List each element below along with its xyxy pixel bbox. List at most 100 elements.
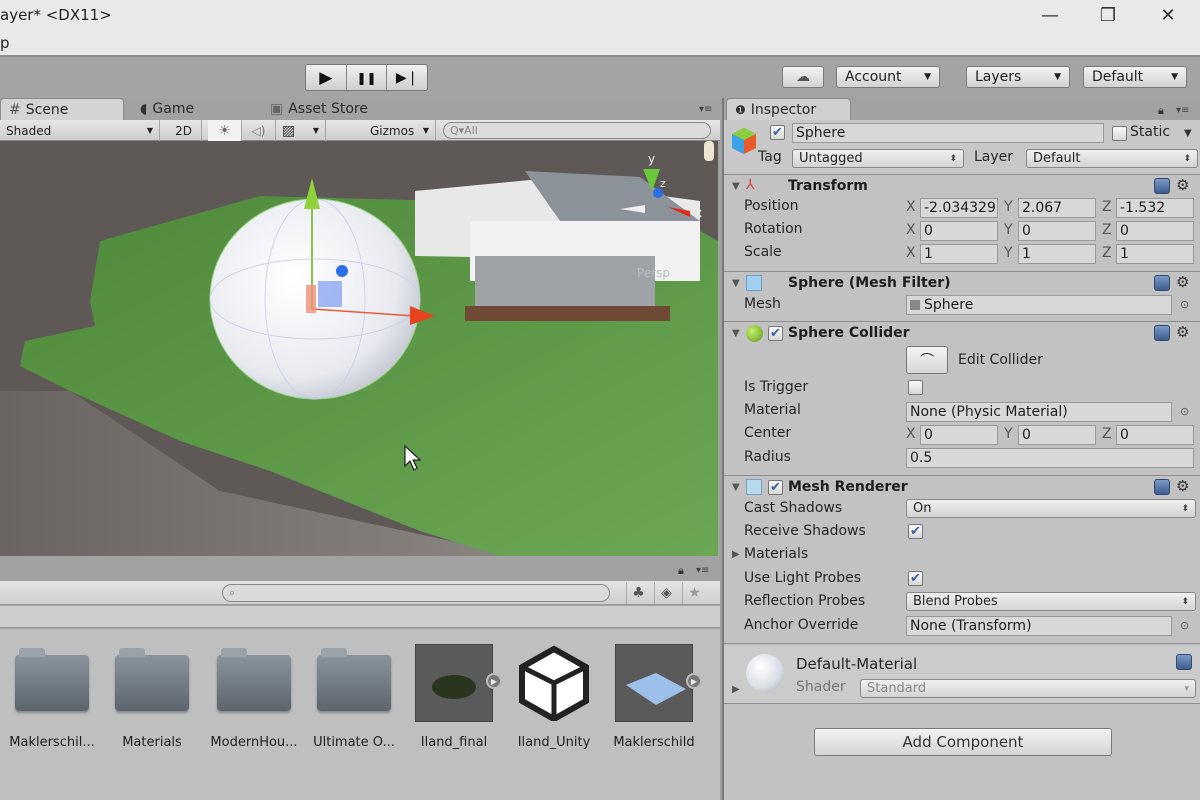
help-icon[interactable] <box>1176 654 1192 670</box>
panel-menu-icon[interactable]: ▾≡ <box>696 565 709 576</box>
materials-label[interactable]: Materials <box>744 546 808 562</box>
shader-dropdown[interactable]: Standard ▾ <box>860 679 1196 698</box>
lock-icon[interactable]: 🔒︎ <box>1158 104 1164 118</box>
expand-icon[interactable]: ▶ <box>486 673 502 689</box>
renderer-enabled-checkbox[interactable]: ✔ <box>768 480 783 495</box>
help-icon[interactable] <box>1154 325 1170 341</box>
step-button[interactable]: ▶❘ <box>387 65 427 90</box>
object-picker-icon[interactable]: ⊙ <box>1180 298 1189 311</box>
menu-item-help[interactable]: p <box>0 34 10 52</box>
asset-item[interactable]: Maklerschil... <box>6 643 98 750</box>
tag-dropdown[interactable]: Untagged ⬍ <box>792 149 964 168</box>
panel-menu-icon[interactable]: ▾≡ <box>699 104 712 115</box>
collider-enabled-checkbox[interactable]: ✔ <box>768 326 783 341</box>
2d-toggle[interactable]: 2D <box>166 120 202 141</box>
center-z-field[interactable]: 0 <box>1116 425 1194 445</box>
shading-mode-dropdown[interactable]: Shaded ▼ <box>0 120 160 141</box>
use-light-probes-checkbox[interactable]: ✔ <box>908 571 923 586</box>
cloud-button[interactable]: ☁ <box>782 66 824 88</box>
rotation-y-field[interactable]: 0 <box>1018 221 1096 241</box>
scale-x-field[interactable]: 1 <box>920 244 998 264</box>
object-picker-icon[interactable]: ⊙ <box>1180 619 1189 632</box>
mesh-filter-header[interactable]: ▼ Sphere (Mesh Filter) ⚙ <box>724 271 1200 295</box>
scene-viewport[interactable]: Persp y z x <box>0 141 718 556</box>
fold-arrow-icon[interactable]: ▼ <box>732 328 740 339</box>
static-checkbox[interactable] <box>1112 126 1127 141</box>
collider-material-field[interactable]: None (Physic Material) <box>906 402 1172 422</box>
tab-inspector[interactable]: ❶ Inspector <box>726 98 851 120</box>
sphere-collider-header[interactable]: ▼ ✔ Sphere Collider ⚙ <box>724 321 1200 345</box>
lighting-toggle[interactable]: ☀ <box>208 120 242 141</box>
transform-header[interactable]: ▼ ⅄ Transform ⚙ <box>724 174 1200 198</box>
expand-icon[interactable]: ▶ <box>686 673 702 689</box>
gear-icon[interactable]: ⚙ <box>1176 477 1189 495</box>
audio-toggle[interactable]: ◁) <box>242 120 276 141</box>
tab-asset-store-label: Asset Store <box>288 101 368 117</box>
object-active-checkbox[interactable]: ✔ <box>770 125 785 140</box>
static-dropdown-icon[interactable]: ▼ <box>1184 128 1192 139</box>
favorites-button[interactable]: ★ <box>682 582 706 604</box>
object-picker-icon[interactable]: ⊙ <box>1180 405 1189 418</box>
filter-by-label-button[interactable]: ◈ <box>654 582 678 604</box>
edit-collider-icon: ⌒ <box>920 353 934 369</box>
effects-dropdown[interactable]: ▨ ▼ <box>276 120 326 141</box>
panel-menu-icon[interactable]: ▾≡ <box>1176 105 1189 116</box>
close-button[interactable]: ✕ <box>1148 2 1188 28</box>
cast-shadows-dropdown[interactable]: On ⬍ <box>906 499 1196 518</box>
rotation-z-field[interactable]: 0 <box>1116 221 1194 241</box>
asset-item[interactable]: ModernHou... <box>208 643 300 750</box>
asset-item[interactable]: Ultimate O... <box>308 643 400 750</box>
rotation-x-field[interactable]: 0 <box>920 221 998 241</box>
position-y-field[interactable]: 2.067 <box>1018 198 1096 218</box>
project-search-input[interactable]: ⌕ <box>222 584 610 602</box>
scale-z-field[interactable]: 1 <box>1116 244 1194 264</box>
edit-collider-button[interactable]: ⌒ <box>906 346 948 374</box>
tab-game[interactable]: ◖ Game <box>132 98 252 120</box>
help-icon[interactable] <box>1154 479 1170 495</box>
mesh-filter-title: Sphere (Mesh Filter) <box>788 275 951 291</box>
play-button[interactable]: ▶ <box>306 65 347 90</box>
object-name-field[interactable]: Sphere <box>792 123 1104 143</box>
scene-search-input[interactable]: Q▾All <box>443 122 711 139</box>
gizmos-dropdown[interactable]: Gizmos ▼ <box>364 120 436 141</box>
fold-arrow-icon[interactable]: ▼ <box>732 482 740 493</box>
asset-item[interactable]: ▶ Iland_final <box>408 643 502 750</box>
gear-icon[interactable]: ⚙ <box>1176 176 1189 194</box>
tab-scene[interactable]: # Scene <box>0 98 124 120</box>
help-icon[interactable] <box>1154 275 1170 291</box>
help-icon[interactable] <box>1154 178 1170 194</box>
center-x-field[interactable]: 0 <box>920 425 998 445</box>
filter-by-type-button[interactable]: ♣ <box>626 582 650 604</box>
account-dropdown[interactable]: Account ▼ <box>836 66 940 88</box>
asset-name: Ultimate O... <box>313 735 395 750</box>
fold-arrow-icon[interactable]: ▼ <box>732 278 740 289</box>
asset-item[interactable]: Iland_Unity <box>508 643 600 750</box>
pause-button[interactable]: ❚❚ <box>347 65 388 90</box>
receive-shadows-checkbox[interactable]: ✔ <box>908 524 923 539</box>
asset-item[interactable]: Materials <box>106 643 198 750</box>
restore-button[interactable]: ❐ <box>1088 2 1128 28</box>
tab-asset-store[interactable]: ▣ Asset Store <box>262 98 402 120</box>
position-x-field[interactable]: -2.034329 <box>920 198 998 218</box>
layers-dropdown[interactable]: Layers ▼ <box>966 66 1070 88</box>
add-component-button[interactable]: Add Component <box>814 728 1112 756</box>
scale-y-field[interactable]: 1 <box>1018 244 1096 264</box>
materials-expand-icon[interactable]: ▶ <box>732 549 740 560</box>
layer-dropdown[interactable]: Default ⬍ <box>1026 149 1198 168</box>
mesh-renderer-header[interactable]: ▼ ✔ Mesh Renderer ⚙ <box>724 475 1200 499</box>
reflection-probes-dropdown[interactable]: Blend Probes ⬍ <box>906 592 1196 611</box>
position-z-field[interactable]: -1.532 <box>1116 198 1194 218</box>
material-expand-icon[interactable]: ▶ <box>732 684 740 695</box>
minimize-button[interactable]: — <box>1030 2 1070 28</box>
lock-icon[interactable]: 🔒︎ <box>678 564 684 578</box>
anchor-override-field[interactable]: None (Transform) <box>906 616 1172 636</box>
is-trigger-checkbox[interactable] <box>908 380 923 395</box>
gear-icon[interactable]: ⚙ <box>1176 273 1189 291</box>
layout-dropdown[interactable]: Default ▼ <box>1083 66 1187 88</box>
center-y-field[interactable]: 0 <box>1018 425 1096 445</box>
asset-item[interactable]: ▶ Maklerschild <box>608 643 702 750</box>
gear-icon[interactable]: ⚙ <box>1176 323 1189 341</box>
radius-field[interactable]: 0.5 <box>906 448 1194 468</box>
fold-arrow-icon[interactable]: ▼ <box>732 181 740 192</box>
mesh-field[interactable]: Sphere <box>906 295 1172 315</box>
